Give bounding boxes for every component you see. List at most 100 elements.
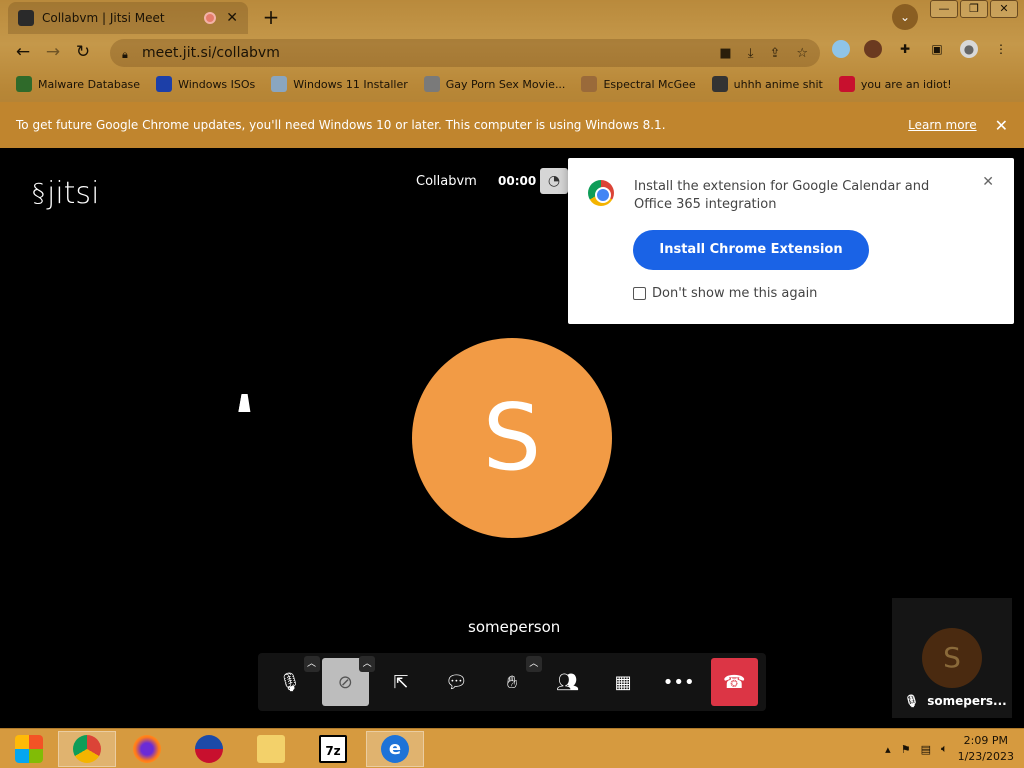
more-actions-button[interactable]: •••	[655, 658, 703, 706]
browser-chrome: Collabvm | Jitsi Meet ✕ + ⌄ — ❐ ✕ ← → ↻ …	[0, 0, 1024, 148]
back-button[interactable]: ←	[8, 37, 38, 67]
participant-avatar: S	[412, 338, 612, 538]
bookmark-item[interactable]: Windows 11 Installer	[271, 76, 408, 92]
install-extension-button[interactable]: Install Chrome Extension	[633, 230, 869, 270]
obama-logo-icon	[195, 735, 223, 763]
volume-icon[interactable]: 🔈︎	[941, 742, 948, 756]
start-button[interactable]	[0, 731, 58, 767]
popup-close-icon[interactable]: ✕	[982, 174, 994, 190]
clock[interactable]: 2:09 PM 1/23/2023	[958, 733, 1014, 765]
maximize-button[interactable]: ❐	[960, 0, 988, 18]
menu-kebab-icon[interactable]: ⋮	[992, 40, 1010, 58]
install-app-icon[interactable]: ⤓	[748, 46, 754, 61]
bookmark-item[interactable]: you are an idiot!	[838, 76, 952, 92]
share-icon[interactable]: ⇪	[769, 46, 780, 61]
tab-search-button[interactable]: ⌄	[892, 4, 918, 30]
chat-icon: 💬︎	[445, 671, 468, 693]
profile-icon[interactable]: ●	[960, 40, 978, 58]
taskbar-file-explorer[interactable]	[242, 731, 300, 767]
tab-active[interactable]: Collabvm | Jitsi Meet ✕	[8, 2, 248, 34]
bookmark-favicon-icon	[16, 76, 32, 92]
tab-close-icon[interactable]: ✕	[226, 10, 238, 26]
extension-popup: Install the extension for Google Calenda…	[568, 158, 1014, 324]
network-icon[interactable]: ▤	[921, 743, 931, 756]
minimize-button[interactable]: —	[930, 0, 958, 18]
bookmark-item[interactable]: Malware Database	[16, 76, 140, 92]
checkbox-box[interactable]	[633, 287, 646, 300]
bookmark-favicon-icon	[271, 76, 288, 92]
room-name: Collabvm	[416, 174, 477, 189]
taskbar-7zip[interactable]: 7z	[304, 731, 362, 767]
learn-more-link[interactable]: Learn more	[908, 118, 976, 132]
connection-speed-icon[interactable]: ◔	[540, 168, 568, 194]
bookmark-favicon-icon	[423, 76, 440, 92]
extension-avatar-icon[interactable]	[864, 40, 882, 58]
reactions-chevron-icon[interactable]: ︿	[525, 656, 542, 672]
camera-blocked-icon[interactable]: ■	[719, 46, 731, 61]
reload-button[interactable]: ↻	[68, 37, 98, 67]
extensions-puzzle-icon[interactable]: ✚	[896, 40, 914, 58]
bookmark-favicon-icon	[838, 76, 855, 92]
chrome-icon	[73, 735, 101, 763]
infobar-close-icon[interactable]: ✕	[995, 116, 1008, 135]
mic-muted-icon: 🎙︎	[904, 694, 920, 708]
self-view-thumbnail[interactable]: S 🎙︎ somepers...	[892, 598, 1012, 718]
tab-strip: Collabvm | Jitsi Meet ✕ + ⌄ — ❐ ✕	[0, 0, 1024, 36]
jitsi-logo[interactable]: § jitsi	[32, 176, 99, 211]
extension-icons: ✚ ▣ ● ⋮	[832, 40, 1010, 58]
microphone-button[interactable]: 🎙︎ ︿	[266, 656, 320, 706]
camera-button[interactable]: ⊘ ︿	[321, 656, 376, 706]
tab-title: Collabvm | Jitsi Meet	[42, 11, 165, 25]
dont-show-checkbox[interactable]: Don't show me this again	[633, 286, 817, 301]
clock-date: 1/23/2023	[957, 750, 1014, 763]
thumbnail-name: somepers...	[927, 694, 1007, 708]
forward-button[interactable]: →	[38, 37, 68, 67]
checkbox-label: Don't show me this again	[652, 286, 818, 301]
bookmark-item[interactable]: uhhh anime shit	[711, 76, 823, 92]
tile-view-icon: ▦	[614, 671, 632, 693]
bookmark-item[interactable]: Windows ISOs	[156, 76, 255, 92]
raise-hand-icon: ✋︎	[506, 671, 518, 693]
taskbar-chrome[interactable]	[58, 731, 116, 767]
lock-icon: 🔒︎	[122, 48, 128, 61]
system-tray: ▴ ⚑ ▤ 🔈︎ 2:09 PM 1/23/2023	[885, 733, 1014, 765]
taskbar-internet-explorer[interactable]: e	[366, 731, 424, 767]
bookmark-star-icon[interactable]: ☆	[796, 46, 808, 61]
action-center-flag-icon[interactable]: ⚑	[901, 743, 911, 756]
seven-zip-icon: 7z	[319, 735, 347, 763]
chrome-logo-icon	[588, 180, 614, 206]
screen: Collabvm | Jitsi Meet ✕ + ⌄ — ❐ ✕ ← → ↻ …	[0, 0, 1024, 768]
bookmark-favicon-icon	[156, 76, 173, 92]
bookmark-item[interactable]: Gay Porn Sex Movie...	[423, 76, 565, 92]
bookmark-item[interactable]: Espectral McGee	[581, 76, 696, 92]
meeting-area: § jitsi Collabvm 00:00 ◔ Install the ext…	[0, 148, 1024, 728]
windows-taskbar: 7z e ▴ ⚑ ▤ 🔈︎ 2:09 PM 1/23/2023	[0, 728, 1024, 768]
taskbar-obama-app[interactable]	[180, 731, 238, 767]
participants-button[interactable]: 👥︎	[544, 658, 592, 706]
internet-explorer-icon: e	[381, 735, 409, 763]
mic-options-chevron-icon[interactable]: ︿	[303, 656, 320, 672]
infobar-message: To get future Google Chrome updates, you…	[16, 118, 666, 132]
participant-name: someperson	[468, 618, 561, 636]
address-bar[interactable]: 🔒︎ meet.jit.si/collabvm ■ ⤓ ⇪ ☆	[110, 39, 820, 67]
share-screen-button[interactable]: ⇱	[377, 658, 425, 706]
recording-indicator-icon	[204, 12, 217, 24]
url-text: meet.jit.si/collabvm	[142, 45, 280, 61]
microphone-icon: 🎙︎	[278, 671, 302, 693]
firefox-icon	[133, 735, 161, 763]
camera-options-chevron-icon[interactable]: ︿	[359, 656, 376, 672]
raise-hand-button[interactable]: ✋︎ ︿	[488, 656, 542, 706]
meeting-toolbar: 🎙︎ ︿ ⊘ ︿ ⇱ 💬︎ ✋︎ ︿ 👥︎ ▦ ••• ☎	[258, 653, 766, 711]
close-window-button[interactable]: ✕	[990, 0, 1018, 18]
bookmark-favicon-icon	[581, 76, 598, 92]
extension-flag-icon[interactable]	[832, 40, 850, 58]
new-tab-button[interactable]: +	[260, 6, 282, 28]
chat-button[interactable]: 💬︎	[433, 658, 481, 706]
side-panel-icon[interactable]: ▣	[928, 40, 946, 58]
update-infobar: To get future Google Chrome updates, you…	[0, 102, 1024, 148]
hangup-button[interactable]: ☎	[710, 658, 759, 706]
tray-chevron-icon[interactable]: ▴	[885, 743, 891, 756]
tile-view-button[interactable]: ▦	[599, 658, 647, 706]
hangup-phone-icon: ☎	[723, 671, 746, 693]
taskbar-firefox[interactable]	[118, 731, 176, 767]
